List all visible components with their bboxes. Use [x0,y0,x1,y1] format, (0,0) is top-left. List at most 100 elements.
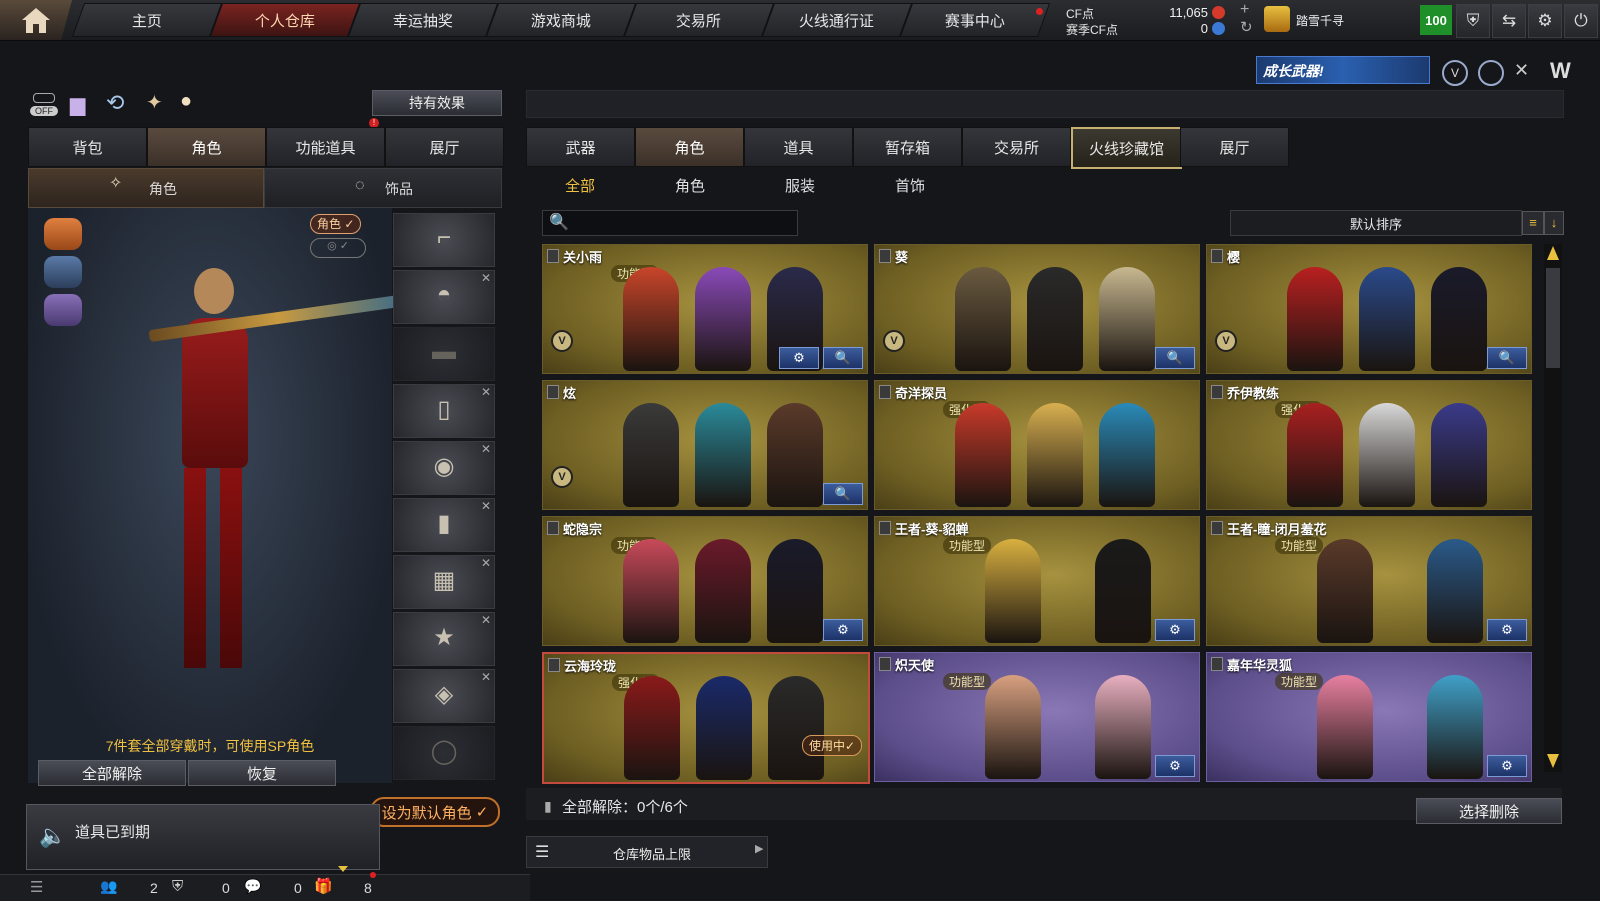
preview-button[interactable]: 🔍 [823,347,863,369]
scroll-up-icon[interactable] [1547,246,1559,260]
card-slot[interactable]: ▮ ✕ [393,498,495,552]
right-tab-6[interactable]: 展厅 [1180,127,1289,167]
scroll-down-icon[interactable] [1547,754,1559,768]
helmet-slot[interactable]: ◈ ✕ [393,669,495,723]
home-button[interactable] [0,0,72,40]
subtab-character[interactable]: ✧ 角色 [28,168,264,208]
swap-icon[interactable]: ⇆ [1492,4,1526,38]
growth-weapon-banner[interactable]: 成长武器! [1256,56,1430,84]
ranking-icon[interactable]: ▆ [70,92,85,117]
sort-dropdown[interactable]: 默认排序 [1230,210,1522,236]
left-tab-1[interactable]: 角色 [147,127,266,167]
nav-tab-1[interactable]: 个人仓库 [209,3,361,37]
left-tab-2[interactable]: 功能道具 [266,127,385,167]
remove-icon[interactable]: ✕ [481,613,491,627]
list-view-icon[interactable]: ≡ [1522,211,1544,235]
hat-slot[interactable]: ◓ ✕ [393,270,495,324]
right-subtab-3[interactable]: 首饰 [860,170,960,200]
bookmark-icon[interactable] [879,521,891,535]
bookmark-icon[interactable] [879,657,891,671]
bookmark-icon[interactable] [1211,249,1223,263]
off-toggle-icon[interactable]: OFF [30,93,58,117]
right-tab-5[interactable]: 火线珍藏馆 [1071,127,1182,169]
character-card[interactable]: 云海玲珑强化型使用中✓ [542,652,870,784]
shield-icon[interactable]: ⛨ [1456,4,1490,38]
character-card[interactable]: 炽天使 功能型 ⚙ [874,652,1200,782]
character-card[interactable]: 炫 V 🔍 [542,380,868,510]
remove-icon[interactable]: ✕ [481,499,491,513]
bookmark-icon[interactable] [879,385,891,399]
right-tab-3[interactable]: 暂存箱 [853,127,962,167]
refresh-icon[interactable]: ↻ [1240,18,1253,36]
character-card[interactable]: 乔伊教练强化型 [1206,380,1532,510]
config-button[interactable]: ⚙ [1487,755,1527,777]
bookmark-icon[interactable] [547,249,559,263]
crossed-guns-icon[interactable]: ✕ [1514,60,1536,82]
scroll-thumb[interactable] [1546,268,1560,368]
bookmark-icon[interactable] [1211,657,1223,671]
config-button[interactable]: ⚙ [1487,619,1527,641]
restore-button[interactable]: 恢复 [188,760,336,786]
unequip-all-button[interactable]: 全部解除 [38,760,186,786]
power-icon[interactable]: ⏻ [1564,4,1598,38]
bookmark-icon[interactable] [1211,521,1223,535]
character-card[interactable]: 王者-瞳-闭月羞花 功能型 ⚙ [1206,516,1532,646]
star-badge-slot[interactable]: ★ ✕ [393,612,495,666]
nav-tab-3[interactable]: 游戏商城 [485,3,637,37]
bookmark-icon[interactable] [547,385,559,399]
config-button[interactable]: ⚙ [823,619,863,641]
bird-emblem-icon[interactable] [44,294,82,326]
remove-icon[interactable]: ✕ [481,556,491,570]
scrollbar[interactable] [1544,244,1562,772]
disco-ball-slot[interactable]: ◉ ✕ [393,441,495,495]
remove-icon[interactable]: ✕ [481,670,491,684]
character-icon[interactable]: ✦ [146,90,163,115]
v-emblem-icon[interactable]: V [1442,60,1468,86]
left-tab-3[interactable]: 展厅 [385,127,504,167]
set-default-character-button[interactable]: 设为默认角色 ✓ [370,797,500,827]
mouse-icon[interactable]: ● [180,90,192,113]
nav-tab-4[interactable]: 交易所 [623,3,775,37]
hide-toggle-icon[interactable]: ◎ ✓ [310,238,366,258]
config-button[interactable]: ⚙ [779,347,819,369]
glasses-slot[interactable]: ▬ [393,327,495,381]
search-input[interactable]: 🔍 [542,210,798,236]
character-card[interactable]: 葵 V 🔍 [874,244,1200,374]
w-logo-icon[interactable]: W [1550,58,1571,84]
character-card[interactable]: 蛇隐宗功能型⚙ [542,516,868,646]
remove-icon[interactable]: ✕ [481,271,491,285]
bookmark-icon[interactable] [548,658,560,672]
select-delete-button[interactable]: 选择删除 [1416,798,1562,824]
right-subtab-1[interactable]: 角色 [640,170,740,200]
remove-icon[interactable]: ✕ [481,385,491,399]
globe-icon[interactable] [1478,60,1504,86]
nav-tab-6[interactable]: 赛事中心 [899,3,1051,37]
radio-slot[interactable]: ▯ ✕ [393,384,495,438]
bookmark-icon[interactable] [547,521,559,535]
bookmark-icon[interactable] [879,249,891,263]
nav-tab-2[interactable]: 幸运抽奖 [347,3,499,37]
empty-slot[interactable]: ◯ [393,726,495,780]
right-subtab-2[interactable]: 服装 [750,170,850,200]
right-tab-1[interactable]: 角色 [635,127,744,167]
character-preview[interactable]: 角色 ✓ ◎ ✓ [28,208,408,783]
character-card[interactable]: 王者-葵-貂蝉 功能型 ⚙ [874,516,1200,646]
nav-tab-5[interactable]: 火线通行证 [761,3,913,37]
nav-tab-0[interactable]: 主页 [71,3,223,37]
character-card[interactable]: 嘉年华灵狐 功能型 ⚙ [1206,652,1532,782]
history-icon[interactable]: ⟲ [106,90,124,116]
phoenix-emblem-icon[interactable] [44,218,82,250]
gear-icon[interactable]: ⚙ [1528,4,1562,38]
character-card[interactable]: 樱 V 🔍 [1206,244,1532,374]
preview-button[interactable]: 🔍 [823,483,863,505]
bookmark-icon[interactable] [1211,385,1223,399]
hold-effect-button[interactable]: 持有效果 [372,90,502,116]
preview-button[interactable]: 🔍 [1487,347,1527,369]
wing-emblem-icon[interactable] [44,256,82,288]
belt-slot[interactable]: ▦ ✕ [393,555,495,609]
sort-direction-icon[interactable]: ↓ [1544,211,1564,235]
role-toggle[interactable]: 角色 ✓ [310,214,362,234]
storage-limit-bar[interactable]: ☰ 仓库物品上限 ▶ [526,836,768,868]
rifle-slot[interactable]: ⌐ [393,213,495,267]
right-subtab-0[interactable]: 全部 [530,170,630,200]
